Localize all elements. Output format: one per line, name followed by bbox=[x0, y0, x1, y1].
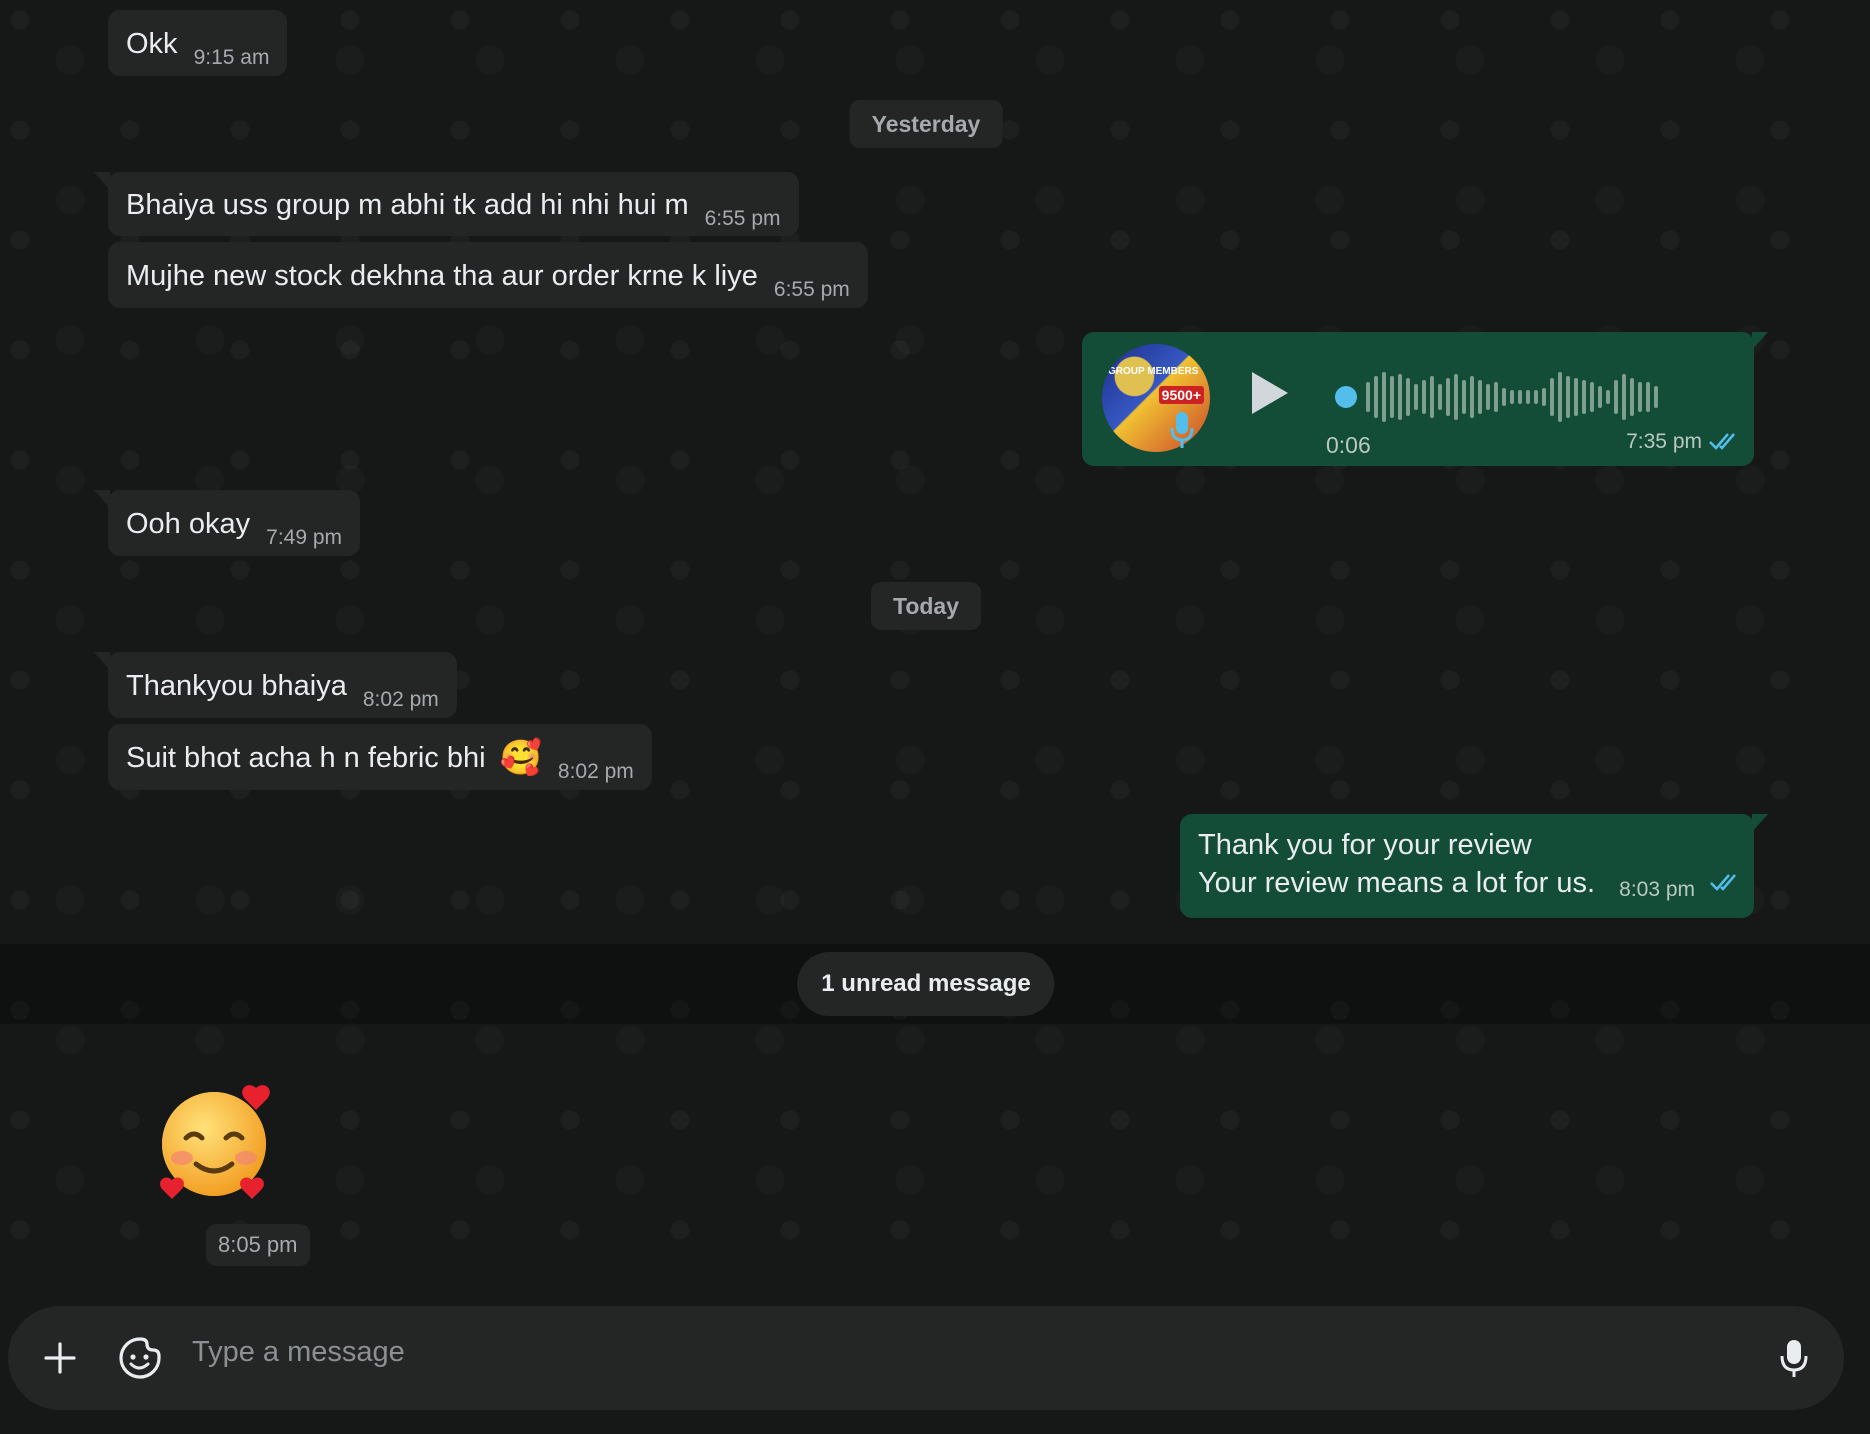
message-time: 7:49 pm bbox=[266, 526, 343, 549]
read-receipt-icon bbox=[1708, 430, 1740, 457]
message-time: 7:35 pm bbox=[1626, 430, 1702, 453]
message-text: Thankyou bhaiya bbox=[126, 670, 347, 703]
avatar-badge: 9500+ bbox=[1158, 386, 1204, 404]
message-input[interactable]: Type a message bbox=[192, 1336, 405, 1369]
microphone-icon bbox=[1170, 410, 1194, 455]
plus-icon[interactable] bbox=[30, 1328, 90, 1388]
smiling-face-with-hearts-icon bbox=[160, 1085, 270, 1199]
message-bubble-incoming[interactable]: Bhaiya uss group m abhi tk add hi nhi hu… bbox=[94, 172, 799, 236]
sticker-icon[interactable] bbox=[110, 1328, 170, 1388]
message-bubble-incoming[interactable]: Mujhe new stock dekhna tha aur order krn… bbox=[108, 242, 868, 308]
message-time: 8:05 pm bbox=[206, 1224, 310, 1266]
message-bubble-outgoing[interactable]: Thank you for your review Your review me… bbox=[1180, 814, 1768, 918]
emoji: 🥰 bbox=[499, 739, 542, 778]
voice-message-bubble[interactable]: GROUP MEMBERS 9500+ 0:06 7:35 pm bbox=[1082, 332, 1768, 466]
message-bubble-incoming[interactable]: Suit bhot acha h n febric bhi 🥰 8:02 pm bbox=[108, 724, 652, 790]
microphone-icon[interactable] bbox=[1764, 1328, 1824, 1388]
date-separator-today: Today bbox=[870, 582, 982, 630]
read-receipt-icon bbox=[1709, 865, 1741, 903]
message-text: Bhaiya uss group m abhi tk add hi nhi hu… bbox=[126, 189, 689, 222]
message-text: Mujhe new stock dekhna tha aur order krn… bbox=[126, 260, 758, 293]
unread-messages-divider: 1 unread message bbox=[797, 952, 1055, 1016]
message-text: Suit bhot acha h n febric bhi bbox=[126, 742, 486, 775]
message-time: 9:15 am bbox=[193, 46, 270, 69]
message-text-line: Your review means a lot for us. bbox=[1198, 867, 1596, 899]
message-list[interactable]: Okk 9:15 am Yesterday Bhaiya uss group m … bbox=[0, 0, 1870, 1314]
sticker-message[interactable] bbox=[152, 1076, 282, 1206]
date-separator-yesterday: Yesterday bbox=[849, 100, 1003, 148]
voice-duration: 0:06 bbox=[1326, 432, 1371, 458]
message-bubble-incoming[interactable]: Ooh okay 7:49 pm bbox=[93, 490, 361, 556]
message-bubble-incoming[interactable]: Thankyou bhaiya 8:02 pm bbox=[94, 652, 457, 718]
avatar-caption: GROUP MEMBERS bbox=[1108, 366, 1199, 377]
message-composer[interactable]: Type a message bbox=[8, 1306, 1844, 1410]
message-bubble-incoming[interactable]: Okk 9:15 am bbox=[108, 10, 288, 76]
message-time: 8:02 pm bbox=[557, 760, 634, 783]
waveform[interactable] bbox=[1332, 370, 1712, 424]
message-time: 6:55 pm bbox=[773, 278, 850, 301]
message-text: Okk bbox=[126, 28, 178, 61]
play-icon[interactable] bbox=[1248, 368, 1292, 423]
message-time: 8:03 pm bbox=[1619, 878, 1696, 901]
message-text-line: Thank you for your review bbox=[1198, 829, 1532, 861]
message-text: Ooh okay bbox=[126, 508, 251, 541]
